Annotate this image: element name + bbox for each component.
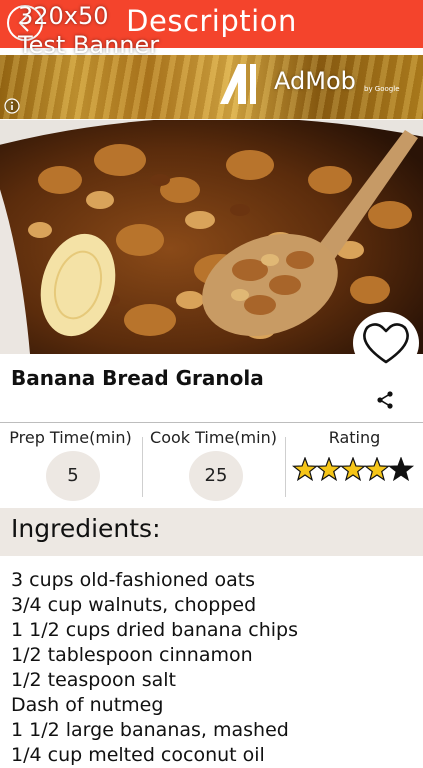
list-item: 3/4 cup walnuts, chopped — [11, 594, 257, 616]
cook-time-label: Cook Time(min) — [150, 428, 277, 447]
ingredients-list: 3 cups old-fashioned oats 3/4 cup walnut… — [11, 568, 423, 768]
star-empty-icon — [387, 457, 415, 482]
share-icon[interactable] — [375, 390, 395, 410]
rating-label: Rating — [328, 428, 381, 447]
prep-time-stat: Prep Time(min) 5 — [0, 423, 141, 509]
list-item: Dash of nutmeg — [11, 694, 164, 716]
prep-time-label: Prep Time(min) — [9, 428, 132, 447]
star-filled-icon — [315, 457, 343, 482]
star-filled-icon — [292, 457, 319, 482]
list-item: 1/2 teaspoon salt — [11, 669, 176, 691]
cook-time-value: 25 — [189, 451, 243, 501]
admob-sub-brand: by Google — [364, 85, 400, 93]
cook-time-stat: Cook Time(min) 25 — [143, 423, 284, 509]
star-filled-icon — [339, 457, 367, 482]
heart-outline-icon — [363, 323, 409, 364]
ingredients-header: Ingredients: — [0, 508, 423, 556]
list-item: 1/2 tablespoon cinnamon — [11, 644, 253, 666]
rating-stat: Rating — [286, 423, 423, 509]
info-icon[interactable] — [4, 98, 20, 114]
ingredients-heading: Ingredients: — [11, 514, 161, 543]
ad-label: Test Banner — [18, 31, 160, 59]
recipe-stats: Prep Time(min) 5 Cook Time(min) 25 Ratin… — [0, 422, 423, 509]
favorite-button[interactable] — [353, 312, 419, 374]
admob-brand: AdMob — [274, 67, 356, 95]
list-item: 1/4 cup melted coconut oil — [11, 744, 265, 766]
list-item: 3 cups old-fashioned oats — [11, 569, 256, 591]
prep-time-value: 5 — [46, 451, 100, 501]
star-filled-icon — [363, 457, 391, 482]
rating-stars — [292, 457, 415, 482]
recipe-title: Banana Bread Granola — [11, 366, 264, 390]
admob-logo-icon — [220, 64, 256, 104]
list-item: 1 1/2 large bananas, mashed — [11, 719, 289, 741]
ad-size-text: 320x50 — [18, 2, 109, 30]
list-item: 1 1/2 cups dried banana chips — [11, 619, 299, 641]
